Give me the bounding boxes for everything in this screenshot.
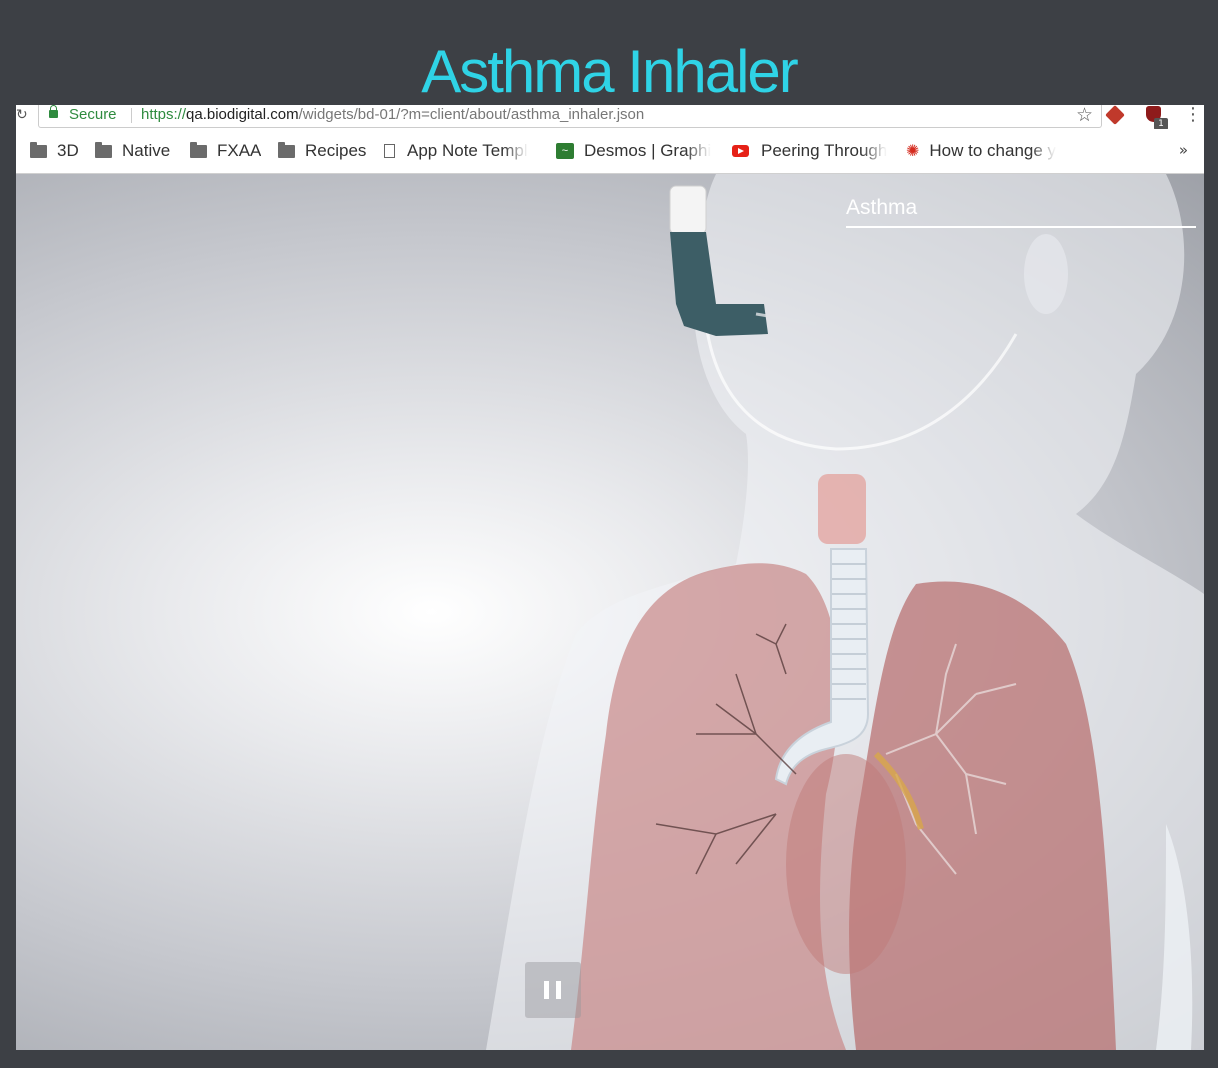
bookmark-label: App Note Templ — [407, 141, 528, 160]
browser-window: ↻ Secure https://qa.biodigital.com/widge… — [16, 105, 1204, 1050]
pause-icon — [556, 981, 561, 999]
folder-icon — [95, 141, 112, 158]
secure-label: Secure — [69, 106, 117, 123]
anatomy-illustration — [486, 174, 1204, 1050]
bookmark-label: How to change y — [929, 141, 1057, 160]
bookmark-label: 3D — [57, 141, 79, 160]
page-icon — [384, 144, 395, 158]
inhaler-canister — [669, 185, 707, 235]
folder-icon — [30, 141, 47, 158]
bookmark-label: Recipes — [305, 141, 367, 160]
extension-icon[interactable] — [1105, 105, 1125, 125]
address-separator — [131, 108, 132, 123]
bookmark-label: Peering Through — [761, 141, 888, 160]
bookmark-label: Desmos | Graphi — [584, 141, 712, 160]
larynx — [818, 474, 866, 544]
bookmark-fxaa[interactable]: FXAA — [190, 141, 261, 161]
url-scheme: https:// — [141, 106, 187, 123]
bookmark-app-note[interactable]: App Note Templ — [384, 141, 540, 161]
url-path: /widgets/bd-01/?m=client/about/asthma_in… — [298, 106, 645, 123]
bookmark-desmos[interactable]: ~ Desmos | Graphi — [556, 141, 720, 161]
bookmarks-overflow-icon[interactable]: » — [1179, 141, 1188, 159]
address-bar[interactable]: Secure https://qa.biodigital.com/widgets… — [38, 105, 1102, 128]
bookmark-how-to-change[interactable]: ✺ How to change y — [906, 141, 1070, 161]
page-title: Asthma Inhaler — [421, 38, 799, 105]
youtube-icon — [732, 145, 749, 157]
annotation-underline — [846, 226, 1196, 228]
ear — [1024, 234, 1068, 314]
annotation-label[interactable]: Asthma — [846, 196, 917, 220]
folder-icon — [190, 141, 207, 158]
folder-icon — [278, 141, 295, 158]
bookmark-native[interactable]: Native — [95, 141, 170, 161]
bookmark-label: FXAA — [217, 141, 262, 160]
address-row: ↻ Secure https://qa.biodigital.com/widge… — [16, 105, 1204, 130]
lock-icon — [49, 105, 58, 118]
reload-icon[interactable]: ↻ — [16, 107, 28, 123]
bookmark-peering[interactable]: Peering Through — [732, 141, 894, 161]
maple-leaf-icon: ✺ — [906, 143, 920, 160]
url-host: qa.biodigital.com — [186, 106, 299, 123]
pause-icon — [544, 981, 549, 999]
url-text[interactable]: https://qa.biodigital.com/widgets/bd-01/… — [141, 106, 644, 123]
bookmark-star-icon[interactable]: ☆ — [1076, 105, 1093, 126]
heart — [786, 754, 906, 974]
browser-menu-icon[interactable]: ⋮ — [1184, 105, 1202, 125]
bookmarks-bar: 3D Native FXAA Recipes App Note Templ ~ … — [16, 129, 1204, 174]
bookmark-3d[interactable]: 3D — [30, 141, 79, 161]
pause-button[interactable] — [525, 962, 581, 1018]
bookmark-label: Native — [122, 141, 171, 160]
3d-anatomy-viewer[interactable]: Asthma — [16, 174, 1204, 1050]
bookmark-recipes[interactable]: Recipes — [278, 141, 366, 161]
desmos-icon: ~ — [556, 143, 574, 159]
